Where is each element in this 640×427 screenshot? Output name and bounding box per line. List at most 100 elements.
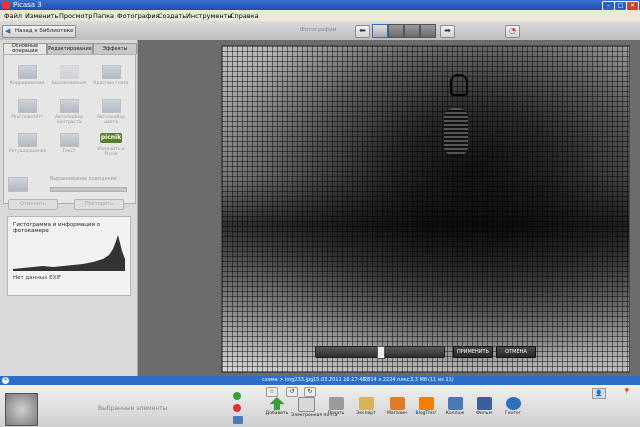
filmstrip-thumb[interactable] [372,24,388,38]
shop-label: Магазин [386,411,408,416]
adjust-slider[interactable] [315,346,445,359]
status-path: схема > img233.jpg [262,377,314,383]
shop-icon [389,397,405,410]
blogthis-button[interactable]: BlogThis! [411,397,441,416]
toolbar-photos-placeholder: Фотографии [300,27,337,33]
text-label: Текст [62,149,76,154]
crop-icon [17,65,37,79]
edit-in-picnik-button[interactable]: picnik Изменить в Picnik [93,133,129,159]
pattern-grid [222,46,629,372]
tray-side-icons [233,388,245,426]
bottom-tray: Выбранные элементы ☆ ↺ ↻ Добавить Электр… [0,385,640,427]
straighten-button[interactable]: Выравнивание [51,65,87,91]
window-title: Picasa 3 [13,1,42,9]
tab-effects[interactable]: Эффекты [93,43,137,54]
retouch-icon [17,133,37,147]
close-status-icon[interactable]: ✕ [2,377,9,384]
back-to-library-button[interactable]: ◀ Назад к библиотеке [2,25,76,38]
upload-label: Добавить [265,411,289,416]
upload-button[interactable]: Добавить [262,397,292,416]
export-icon [358,397,374,410]
histogram-chart [13,235,125,271]
movie-button[interactable]: Фильм [469,397,499,416]
filmstrip-thumb[interactable] [388,24,404,38]
straighten-label: Выравнивание [51,81,87,86]
shop-button[interactable]: Магазин [382,397,412,416]
person-icon[interactable]: 👤 [592,388,606,399]
fill-light-slider[interactable] [50,187,127,192]
retouch-button[interactable]: Ретуширование [9,133,46,159]
auto-contrast-button[interactable]: Автоподбор контраста [51,99,87,125]
text-icon [59,133,79,147]
clear-icon[interactable] [233,404,241,412]
collage-button[interactable]: Коллаж [440,397,470,416]
geotag-button[interactable]: Геотег [498,397,528,416]
status-size: 3,3 Мб [410,377,427,383]
filmstrip-thumb[interactable] [404,24,420,38]
im-feeling-lucky-label: Мне повезёт! [11,115,43,120]
email-button[interactable]: Электронная почта [291,397,338,418]
im-feeling-lucky-button[interactable]: Мне повезёт! [9,99,45,125]
crop-label: Кадрирование [9,81,45,86]
edit-tabs: Основные операции Редактирование Эффекты [3,43,137,55]
collage-label: Коллаж [445,411,465,416]
menu-tools[interactable]: Инструменты [186,12,233,20]
menu-photo[interactable]: Фотография [117,12,160,20]
filmstrip-thumb[interactable] [420,24,436,38]
menu-folder[interactable]: Папка [93,12,114,20]
export-button[interactable]: Экспорт [351,397,381,416]
status-bar: ✕ схема > img233.jpg 15.03.2011 16:17:48… [0,376,640,385]
rotate-right-icon[interactable]: ↻ [304,387,316,397]
fill-light-label: Выравнивание освещения [50,177,117,182]
cancel-button[interactable]: ОТМЕНА [496,346,536,358]
tab-tuning[interactable]: Редактирование [47,43,93,54]
email-label: Электронная почта [291,413,338,418]
back-to-library-label: Назад к библиотеке [15,28,74,34]
adjust-slider-knob[interactable] [377,346,385,359]
slideshow-button[interactable]: ◔ [505,25,520,38]
auto-color-button[interactable]: Автоподбор цвета [93,99,129,125]
rotate-left-icon[interactable]: ↺ [286,387,298,397]
blogger-icon [418,397,434,410]
edit-in-picnik-label: Изменить в Picnik [97,147,125,157]
map-pin-icon[interactable]: 📍 [622,388,632,397]
selected-photo-thumb[interactable] [5,393,38,426]
status-datetime: 15.03.2011 16:17:48 [313,377,366,383]
photo-viewer [138,40,640,376]
next-photo-button[interactable]: ➡ [440,25,455,38]
album-icon[interactable] [233,416,243,424]
red-eye-label: Красные глаза [93,81,129,86]
histogram-panel: Гистограмма и информация о фотокамере Не… [7,216,131,296]
status-count: (11 из 11) [428,377,454,383]
menu-help[interactable]: Справка [230,12,259,20]
email-icon [297,397,315,412]
menu-edit[interactable]: Изменить [25,12,58,20]
text-button[interactable]: Текст [51,133,87,159]
hook-shape [450,74,468,96]
cross-stitch-pattern-photo[interactable] [221,45,630,373]
geotag-icon [505,397,521,410]
auto-contrast-icon [59,99,79,113]
menu-view[interactable]: Просмотр [59,12,92,20]
red-eye-button[interactable]: Красные глаза [93,65,129,91]
crop-button[interactable]: Кадрирование [9,65,45,91]
selection-label: Выбранные элементы [98,405,168,412]
auto-color-icon [101,99,121,113]
menu-file[interactable]: Файл [4,12,22,20]
auto-color-label: Автоподбор цвета [96,115,126,125]
previous-photo-button[interactable]: ⬅ [355,25,370,38]
status-dimensions: 2814 x 2224 пикс. [364,377,412,383]
edit-panel: Основные операции Редактирование Эффекты… [0,40,138,376]
fill-light-row: Выравнивание освещения [8,175,130,197]
star-icon[interactable]: ☆ [266,387,278,397]
auto-contrast-label: Автоподбор контраста [54,115,84,125]
apply-button[interactable]: ПРИМЕНИТЬ [453,346,493,358]
menu-create[interactable]: Создать [158,12,186,20]
undo-button[interactable]: Отменить [8,199,58,210]
movie-label: Фильм [476,411,492,416]
straighten-icon [59,65,79,79]
redo-button[interactable]: Повторить [74,199,124,210]
print-button[interactable]: Печать [321,397,351,416]
hold-icon[interactable] [233,392,241,400]
back-arrow-icon: ◀ [5,27,11,35]
